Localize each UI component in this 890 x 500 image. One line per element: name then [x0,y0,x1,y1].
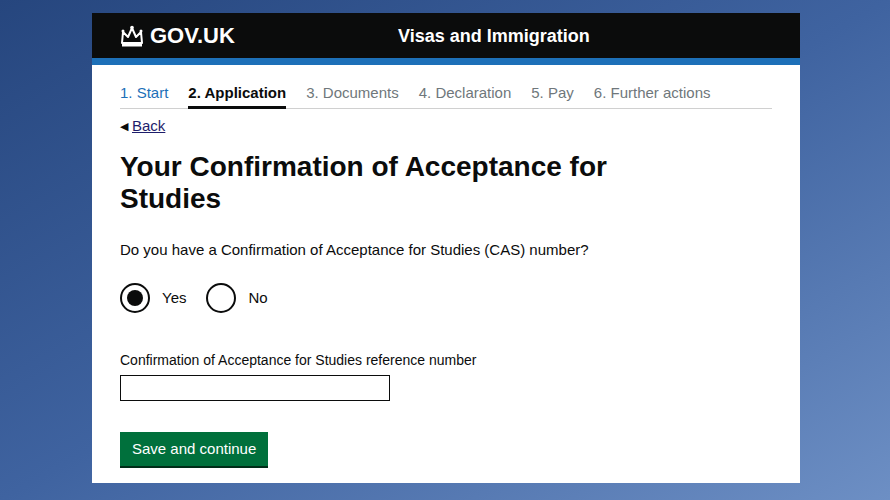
step-item: 3. Documents [306,83,399,109]
radio-group: Yes No [120,283,772,313]
header-stripe [92,58,800,65]
step-item: 2. Application [188,83,286,109]
step-item: 4. Declaration [419,83,512,109]
govuk-logo[interactable]: GOV.UK [120,25,398,47]
crown-icon [120,25,144,47]
page: GOV.UKVisas and Immigration 1. Start 2. Ap… [0,0,890,500]
radio-circle[interactable] [206,283,236,313]
steps-nav: 1. Start 2. Application 3. Documents 4. Dec… [120,83,772,109]
form-card: GOV.UKVisas and Immigration 1. Start 2. Ap… [92,13,800,483]
step-item: 5. Pay [531,83,574,109]
header-bar: GOV.UKVisas and Immigration [92,13,800,58]
radio-dot [127,290,143,306]
step-item[interactable]: 1. Start [120,83,168,109]
back-arrow-icon: ◀ [120,117,128,135]
cas-number-input[interactable] [120,375,390,401]
page-heading: Your Confirmation of Acceptance for Stud… [120,151,640,215]
form-body: ◀Back Your Confirmation of Acceptance for… [92,109,800,466]
save-continue-button[interactable]: Save and continue [120,432,268,466]
radio-option[interactable]: Yes [120,283,186,313]
radio-option[interactable]: No [206,283,267,313]
service-name[interactable]: Visas and Immigration [398,27,590,45]
step-item: 6. Further actions [594,83,711,109]
field-label: Confirmation of Acceptance for Studies r… [120,351,772,369]
question: Do you have a Confirmation of Acceptance… [120,241,772,259]
back-link[interactable]: ◀Back [120,117,165,135]
radio-circle[interactable] [120,283,150,313]
